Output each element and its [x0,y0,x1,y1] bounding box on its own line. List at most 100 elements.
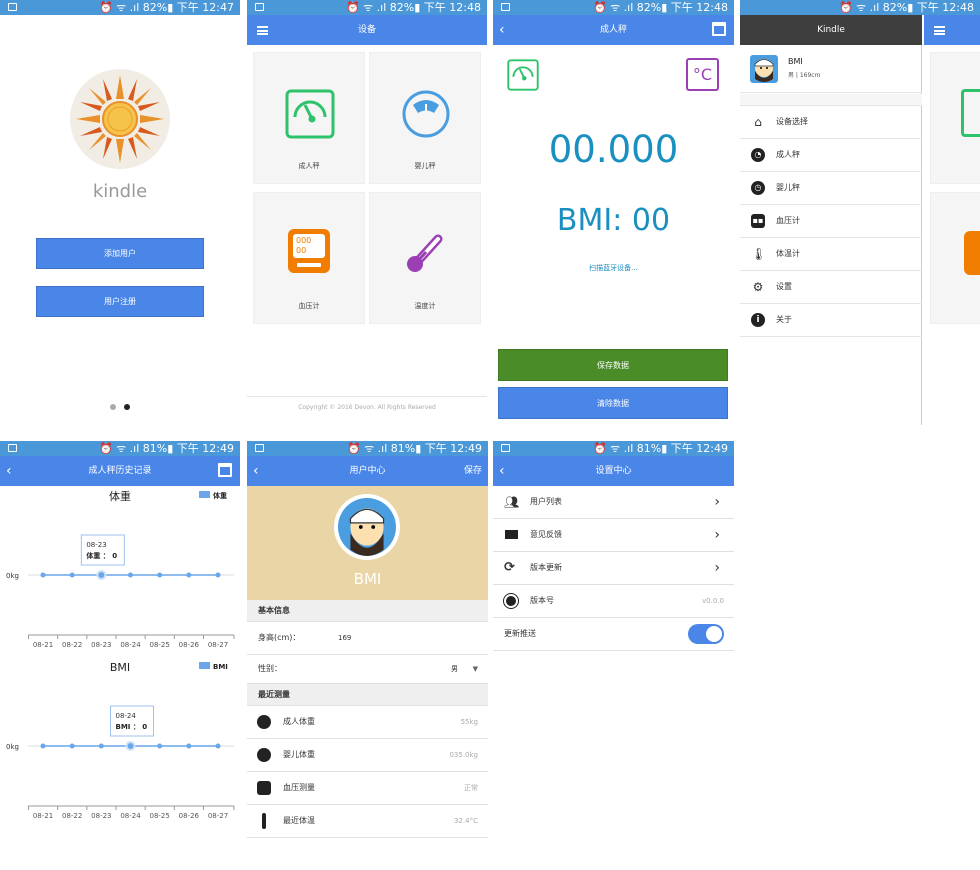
title-bar: ‹ 设置中心 [493,456,734,486]
drawer-panel: BMI 男 | 169cm ⌂ 设备选择 ◔ 成人秤 ◷ 婴儿秤 ▪▪ 血压计 🌡︎ 体温… [740,45,922,425]
blood-pressure-icon [964,231,980,275]
tooltip-date: 08-24 [116,712,137,720]
recent-value: 32.4°C [454,817,478,825]
user-info: 男 | 169cm [788,72,821,79]
page-dot-active[interactable] [124,404,130,410]
recent-row[interactable]: 最近体温 32.4°C [247,805,488,838]
x-tick-label: 08-25 [149,641,169,649]
data-point [186,572,192,578]
push-toggle[interactable] [688,624,724,644]
page-title: 用户中心 [349,466,386,476]
recent-label: 最近体温 [283,816,315,825]
section-recent: 最近测量 [247,684,488,706]
page-title: 设备 [357,25,376,35]
avatar-label: BMI [353,570,382,588]
status-bar: ⏰ ᯤ .ıl 81%▮ 下午 12:49 [247,441,488,456]
tile-baby-scale[interactable]: 婴儿秤 [369,52,481,184]
legend-label: BMI [213,663,228,671]
celsius-toggle[interactable]: °C [686,58,719,91]
setting-version-update[interactable]: ⟳ 版本更新 › [493,552,734,585]
menu-icon[interactable] [934,26,945,35]
image-notification-icon [8,444,17,452]
recent-row[interactable]: 婴儿体重 035.0kg [247,739,488,772]
height-row[interactable]: 身高(cm)： 169 [247,622,488,655]
back-icon[interactable]: ‹ [499,15,505,45]
back-icon[interactable]: ‹ [253,456,259,486]
chevron-down-icon[interactable]: ▼ [473,655,478,683]
save-data-button[interactable]: 保存数据 [498,349,728,381]
x-tick-label: 08-22 [62,641,82,649]
adult-scale-icon [285,89,335,139]
legend-swatch [199,662,210,669]
calendar-icon[interactable] [712,22,726,36]
tooltip-box [80,534,125,566]
tile-thermometer[interactable]: 温度计 [369,192,481,324]
setting-label: 版本更新 [530,563,562,572]
x-tick-label: 08-24 [120,641,141,649]
menu-item-device-select[interactable]: ⌂ 设备选择 [740,106,922,139]
title-bar: 设备 [247,15,487,45]
data-point [98,743,104,749]
chevron-right-icon: › [714,527,720,543]
menu-item-adult-scale[interactable]: ◔ 成人秤 [740,139,922,172]
menu-item-about[interactable]: i 关于 [740,304,922,337]
page-dot[interactable] [110,404,116,410]
calendar-icon[interactable] [218,463,232,477]
data-point [125,741,136,751]
status-bar: ⏰ ᯤ .ıl 82%▮ 下午 12:48 [247,0,487,15]
screen-settings: ⏰ ᯤ .ıl 81%▮ 下午 12:49 ‹ 设置中心 👥︎ 用户列表 › 意见反馈… [493,441,734,870]
user-card[interactable]: BMI 男 | 169cm [740,45,922,93]
tile-adult-scale[interactable]: 成人秤 [253,52,365,184]
add-user-button[interactable]: 添加用户 [36,238,204,269]
recent-row[interactable]: 血压测量 正常 [247,772,488,805]
setting-user-list[interactable]: 👥︎ 用户列表 › [493,486,734,519]
menu-icon[interactable] [257,26,268,35]
x-tick-label: 08-26 [179,812,200,820]
x-tick-label: 08-27 [208,812,228,820]
gender-select[interactable]: 男 [451,655,458,683]
tile-label: 成人秤 [298,162,320,170]
drawer-title: Kindle [817,25,845,35]
recent-value: 035.0kg [449,751,478,759]
recent-value: 55kg [460,718,478,726]
background-tile [930,52,980,184]
menu-label: 成人秤 [776,150,800,159]
back-icon[interactable]: ‹ [499,456,505,486]
legend-swatch [199,491,210,498]
chevron-right-icon: › [714,560,720,576]
menu-item-baby-scale[interactable]: ◷ 婴儿秤 [740,172,922,205]
x-tick-label: 08-23 [91,812,111,820]
refresh-icon: ⟳ [504,560,515,575]
dial-icon [257,748,271,762]
tooltip-value: BMI ： 0 [116,723,148,731]
avatar-face-icon [349,508,385,556]
register-button[interactable]: 用户注册 [36,286,204,317]
data-point [215,743,221,749]
gender-row[interactable]: 性别： 男 ▼ [247,655,488,684]
menu-item-blood-pressure[interactable]: ▪▪ 血压计 [740,205,922,238]
menu-item-thermometer[interactable]: 🌡︎ 体温计 [740,238,922,271]
x-tick-label: 08-27 [208,641,228,649]
setting-feedback[interactable]: 意见反馈 › [493,519,734,552]
image-notification-icon [255,3,264,11]
save-button[interactable]: 保存 [464,456,482,486]
scan-bluetooth-link[interactable]: 扫描蓝牙设备... [493,263,734,273]
user-name: BMI [788,57,803,66]
tooltip-value: 体重 ： 0 [86,551,117,560]
setting-push-updates[interactable]: 更新推送 [493,618,734,651]
recent-row[interactable]: 成人体重 55kg [247,706,488,739]
thermometer-icon [262,813,266,829]
page-title: 成人秤 [599,25,627,35]
height-label: 身高(cm)： [258,633,301,642]
tile-blood-pressure[interactable]: 000 00 血压计 [253,192,365,324]
height-value[interactable]: 169 [338,622,351,654]
bp-display: 000 00 [293,234,325,258]
back-icon[interactable]: ‹ [6,456,12,486]
menu-item-settings[interactable]: ⚙ 设置 [740,271,922,304]
avatar[interactable] [334,494,400,560]
chart-title: BMI [110,661,130,674]
toggle-knob [706,626,722,642]
scale-icon [507,59,539,91]
profile-header: BMI [247,486,488,600]
clear-data-button[interactable]: 清除数据 [498,387,728,419]
